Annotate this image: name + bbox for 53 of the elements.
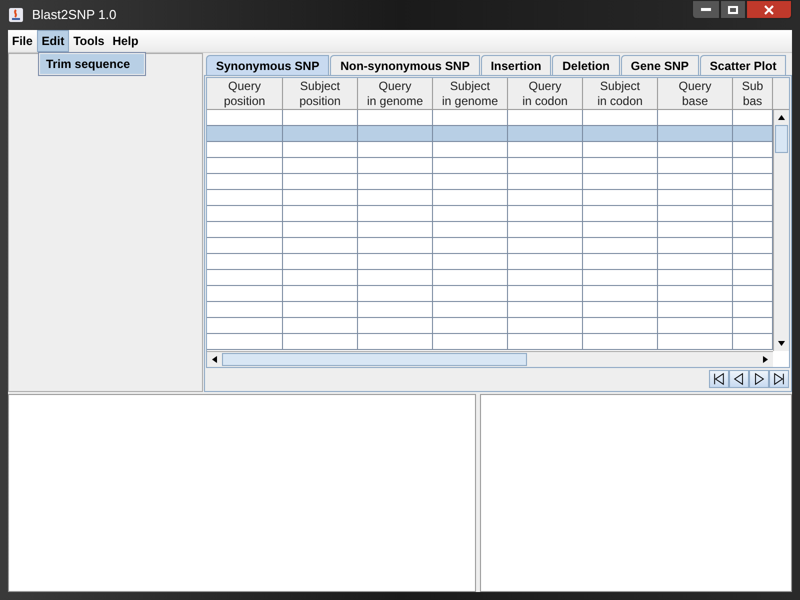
app-icon: [8, 7, 24, 23]
tab[interactable]: Synonymous SNP: [206, 55, 330, 75]
table-row[interactable]: [207, 334, 773, 350]
last-page-icon: [772, 372, 786, 386]
table-row[interactable]: [207, 238, 773, 254]
table-row[interactable]: [207, 302, 773, 318]
tab[interactable]: Deletion: [552, 55, 620, 75]
first-page-icon: [712, 372, 726, 386]
menu-item[interactable]: Edit: [36, 30, 70, 52]
menu-item[interactable]: File: [8, 30, 37, 52]
table-row[interactable]: [207, 110, 773, 126]
column-header[interactable]: Query in codon: [508, 78, 583, 110]
table-row[interactable]: [207, 190, 773, 206]
column-header[interactable]: Subject in genome: [433, 78, 508, 110]
menu-item[interactable]: Help: [108, 30, 142, 52]
column-header[interactable]: Subject position: [283, 78, 358, 110]
first-page-button[interactable]: [709, 370, 729, 388]
column-header[interactable]: Query in genome: [358, 78, 433, 110]
header-corner: [773, 78, 789, 110]
tab[interactable]: Gene SNP: [620, 55, 699, 75]
next-page-icon: [752, 372, 766, 386]
close-button[interactable]: [746, 0, 792, 19]
minimize-button[interactable]: [692, 0, 720, 19]
table-row[interactable]: [207, 142, 773, 158]
table-row[interactable]: [207, 270, 773, 286]
window-title: Blast2SNP 1.0: [32, 6, 116, 24]
table-row[interactable]: [207, 222, 773, 238]
vertical-scrollbar[interactable]: [773, 110, 789, 351]
tab[interactable]: Insertion: [480, 55, 552, 75]
table-row[interactable]: [207, 174, 773, 190]
table-row[interactable]: [207, 286, 773, 302]
table-row[interactable]: [207, 318, 773, 334]
column-header[interactable]: Query position: [207, 78, 283, 110]
menu-item[interactable]: Tools: [69, 30, 108, 52]
table-row[interactable]: [207, 206, 773, 222]
table-row[interactable]: [207, 158, 773, 174]
column-header[interactable]: Query base: [658, 78, 733, 110]
last-page-button[interactable]: [769, 370, 789, 388]
menu-option[interactable]: Trim sequence: [40, 54, 144, 74]
scroll-thumb[interactable]: [222, 353, 527, 366]
table-row[interactable]: [207, 254, 773, 270]
maximize-button[interactable]: [720, 0, 746, 19]
prev-page-button[interactable]: [729, 370, 749, 388]
next-page-button[interactable]: [749, 370, 769, 388]
tab[interactable]: Non-synonymous SNP: [330, 55, 480, 75]
column-header[interactable]: Subject in codon: [583, 78, 658, 110]
horizontal-scrollbar[interactable]: [207, 351, 773, 367]
tab[interactable]: Scatter Plot: [700, 55, 786, 75]
scroll-thumb[interactable]: [775, 125, 788, 153]
table-row[interactable]: [207, 126, 773, 142]
prev-page-icon: [732, 372, 746, 386]
column-header[interactable]: Sub bas: [733, 78, 773, 110]
close-icon: [764, 4, 774, 14]
